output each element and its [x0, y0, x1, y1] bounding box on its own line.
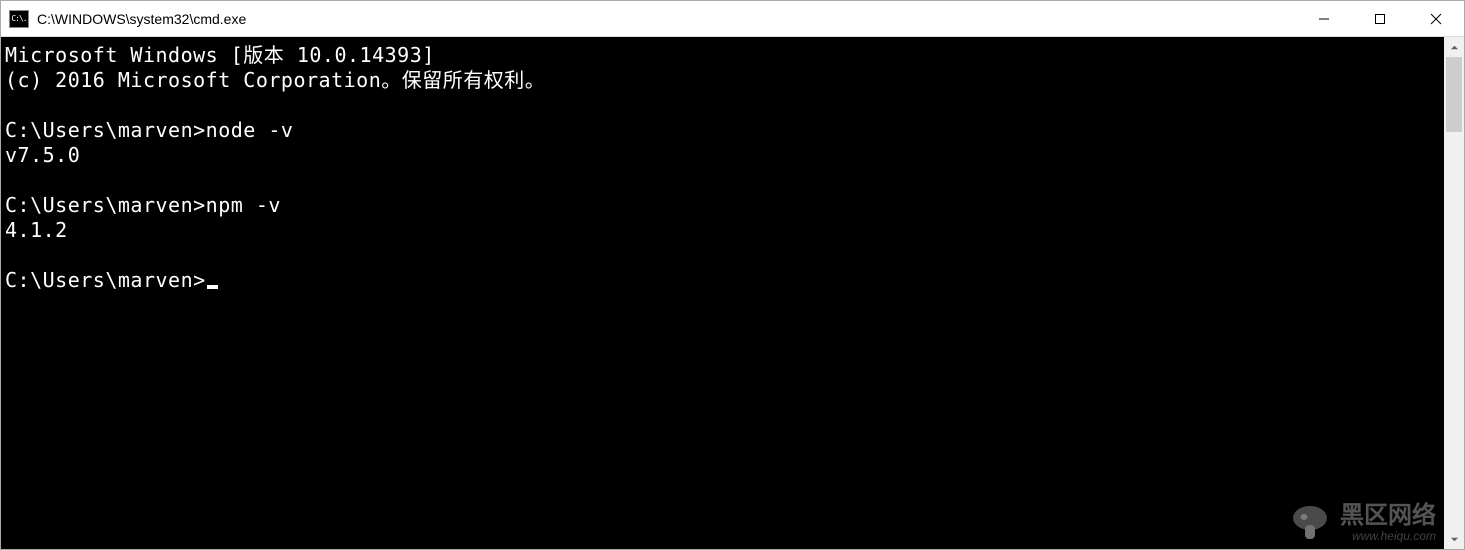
scroll-down-button[interactable]	[1444, 529, 1464, 549]
maximize-button[interactable]	[1352, 1, 1408, 36]
minimize-icon	[1318, 13, 1330, 25]
scroll-up-button[interactable]	[1444, 37, 1464, 57]
vertical-scrollbar[interactable]	[1444, 37, 1464, 549]
minimize-button[interactable]	[1296, 1, 1352, 36]
chevron-down-icon	[1450, 535, 1459, 544]
titlebar[interactable]: C:\. C:\WINDOWS\system32\cmd.exe	[1, 1, 1464, 37]
watermark-url: www.heiqu.com	[1340, 530, 1436, 543]
window-title: C:\WINDOWS\system32\cmd.exe	[37, 11, 1296, 27]
terminal-cursor	[207, 285, 218, 289]
mushroom-icon	[1290, 503, 1330, 543]
terminal-output[interactable]: Microsoft Windows [版本 10.0.14393] (c) 20…	[1, 37, 1444, 549]
terminal-area: Microsoft Windows [版本 10.0.14393] (c) 20…	[1, 37, 1464, 549]
watermark-brand: 黑区网络	[1340, 503, 1436, 529]
scroll-thumb[interactable]	[1446, 57, 1462, 132]
window-controls	[1296, 1, 1464, 36]
watermark: 黑区网络 www.heiqu.com	[1290, 503, 1436, 543]
chevron-up-icon	[1450, 43, 1459, 52]
maximize-icon	[1374, 13, 1386, 25]
close-button[interactable]	[1408, 1, 1464, 36]
cmd-icon: C:\.	[9, 10, 29, 28]
scroll-track[interactable]	[1444, 57, 1464, 529]
cmd-window: C:\. C:\WINDOWS\system32\cmd.exe Microso…	[0, 0, 1465, 550]
watermark-text: 黑区网络 www.heiqu.com	[1340, 503, 1436, 543]
close-icon	[1430, 13, 1442, 25]
